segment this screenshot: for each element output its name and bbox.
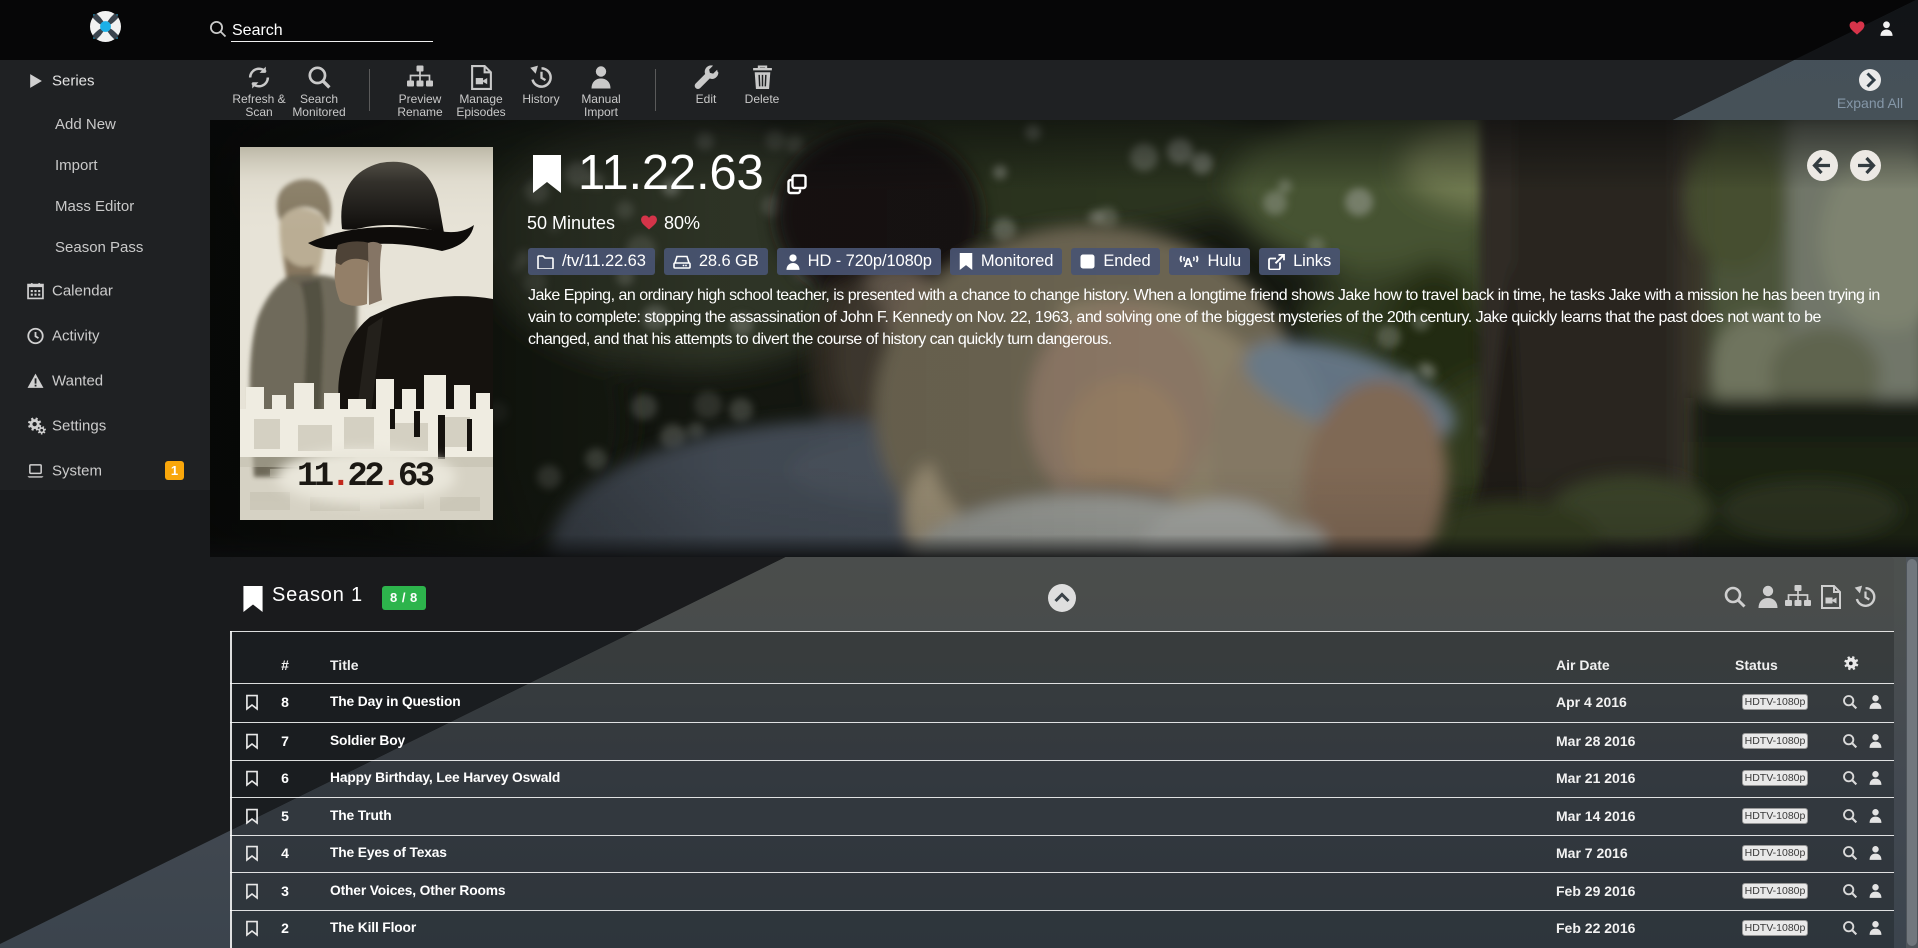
- svg-text:11.22.63: 11.22.63: [297, 458, 434, 496]
- svg-text:A: A: [1183, 255, 1193, 270]
- svg-text:Search: Search: [232, 22, 283, 39]
